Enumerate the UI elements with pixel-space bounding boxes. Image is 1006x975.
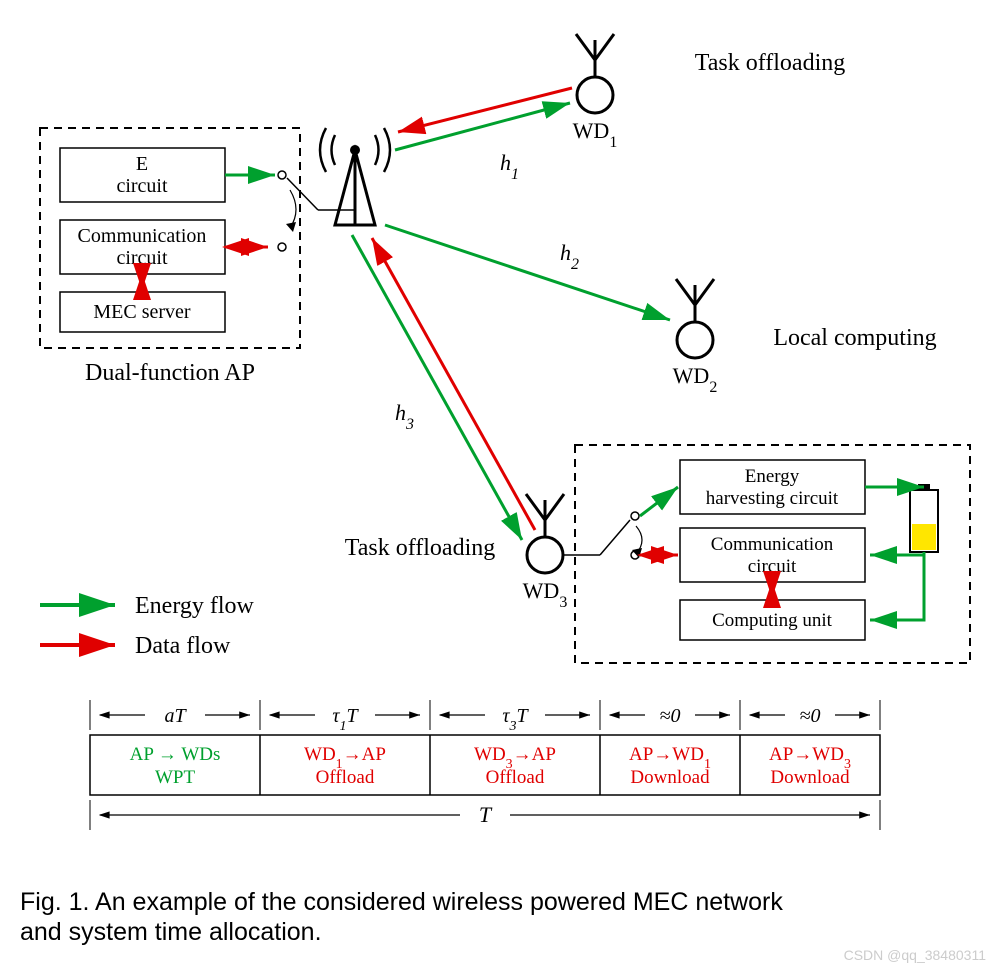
wd3: WD3 Task offloading	[345, 494, 568, 611]
wd1-task: Task offloading	[695, 50, 846, 76]
svg-text:T: T	[479, 802, 493, 827]
svg-text:Offload: Offload	[316, 767, 375, 788]
ap-box-comm: Communication	[78, 225, 207, 247]
svg-text:Download: Download	[630, 767, 710, 788]
legend-data: Data flow	[135, 633, 231, 659]
ap-box-mec: MEC server	[93, 301, 191, 323]
wd1: WD1 Task offloading	[573, 34, 846, 151]
ap-box-energy: E	[136, 153, 148, 175]
battery-icon	[910, 484, 938, 552]
watermark: CSDN @qq_38480311	[844, 947, 987, 963]
svg-text:circuit: circuit	[116, 175, 168, 197]
svg-text:h1: h1	[500, 150, 519, 183]
svg-text:τ3T: τ3T	[502, 705, 529, 734]
svg-text:τ1T: τ1T	[332, 705, 359, 734]
svg-text:Offload: Offload	[486, 767, 545, 788]
svg-text:circuit: circuit	[748, 556, 797, 577]
wd2: WD2 Local computing	[673, 279, 937, 396]
diagram-svg: E circuit Communication circuit MEC serv…	[0, 0, 1006, 975]
svg-text:h2: h2	[560, 240, 579, 273]
arrow-ap-wd2-energy	[385, 225, 670, 320]
timeline: aT τ1T τ3T ≈0 ≈0 AP → WDs WPT WD1→AP Off…	[90, 700, 880, 830]
ap-module: E circuit Communication circuit MEC serv…	[40, 128, 355, 386]
figure-caption: Fig. 1. An example of the considered wir…	[20, 888, 790, 946]
wd3-task: Task offloading	[345, 535, 496, 561]
arrow-ap-wd3-energy	[352, 235, 522, 540]
svg-text:≈0: ≈0	[660, 705, 681, 727]
wd3-module: Energy harvesting circuit Communication …	[563, 445, 970, 663]
svg-text:WD3: WD3	[523, 578, 568, 611]
legend-energy: Energy flow	[135, 593, 255, 619]
svg-text:WD1: WD1	[573, 118, 618, 151]
svg-text:≈0: ≈0	[800, 705, 821, 727]
svg-text:Computing unit: Computing unit	[712, 610, 833, 631]
svg-text:Energy: Energy	[745, 466, 800, 487]
svg-text:WPT: WPT	[155, 767, 196, 788]
svg-text:Communication: Communication	[711, 534, 834, 555]
legend: Energy flow Data flow	[40, 593, 255, 659]
arrow-wd3-ap-data	[372, 238, 535, 530]
svg-text:h3: h3	[395, 400, 414, 433]
svg-text:aT: aT	[164, 705, 187, 727]
svg-text:AP → WDs: AP → WDs	[130, 744, 221, 765]
svg-text:Download: Download	[770, 767, 850, 788]
svg-text:circuit: circuit	[116, 247, 168, 269]
svg-text:harvesting circuit: harvesting circuit	[706, 488, 839, 509]
svg-text:WD2: WD2	[673, 363, 718, 396]
wd2-task: Local computing	[773, 325, 936, 351]
ap-label: Dual-function AP	[85, 360, 255, 386]
